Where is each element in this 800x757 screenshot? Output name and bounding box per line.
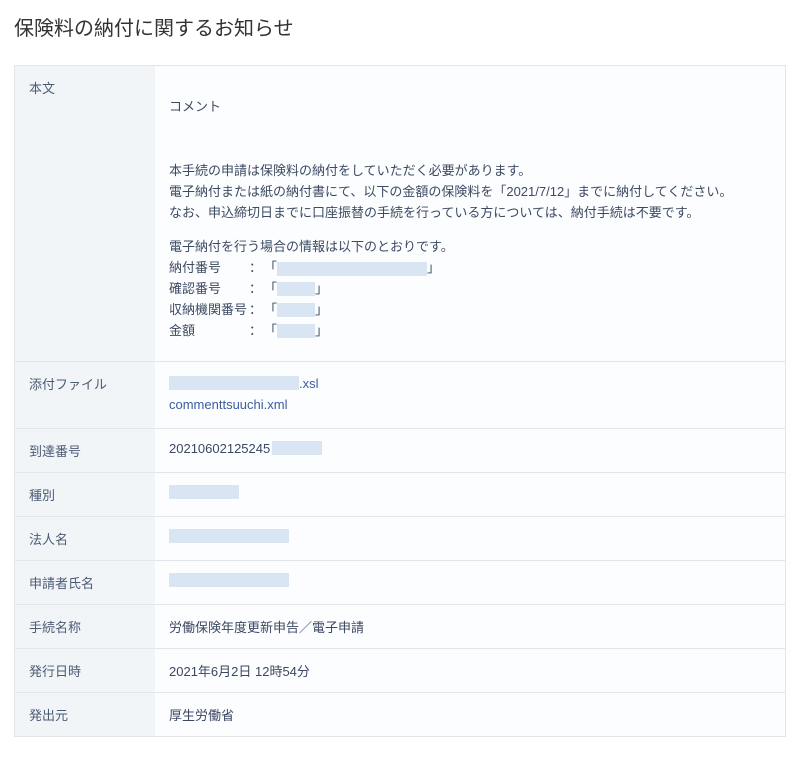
redacted-category [169, 485, 239, 499]
redacted-agency-number [277, 303, 315, 317]
row-applicant-name: 申請者氏名 [15, 561, 785, 605]
redacted-filename-1 [169, 376, 299, 390]
label-agency-number: 収納機関番号 [169, 300, 247, 321]
redacted-amount [277, 324, 315, 338]
value-applicant-name [155, 561, 785, 604]
row-category: 種別 [15, 473, 785, 517]
left-bracket: 「 [264, 279, 277, 300]
attachment-2[interactable]: commenttsuuchi.xml [169, 395, 771, 416]
label-category: 種別 [15, 473, 155, 516]
label-procedure-name: 手続名称 [15, 605, 155, 648]
right-bracket: 」 [315, 321, 328, 342]
row-procedure-name: 手続名称 労働保険年度更新申告／電子申請 [15, 605, 785, 649]
row-arrival-number: 到達番号 20210602125245 [15, 429, 785, 473]
attachment-1: .xsl [169, 374, 771, 395]
right-bracket: 」 [427, 258, 440, 279]
detail-panel: 本文 コメント 本手続の申請は保険料の納付をしていただく必要があります。 電子納… [14, 65, 786, 737]
label-payment-number: 納付番号 [169, 258, 247, 279]
attachment-1-ext[interactable]: .xsl [299, 374, 319, 395]
value-issue-datetime: 2021年6月2日 12時54分 [155, 649, 785, 692]
label-applicant-name: 申請者氏名 [15, 561, 155, 604]
comment-heading: コメント [169, 96, 771, 115]
label-issuer: 発出元 [15, 693, 155, 736]
right-bracket: 」 [315, 300, 328, 321]
redacted-applicant-name [169, 573, 289, 587]
label-attachments: 添付ファイル [15, 362, 155, 428]
body-paragraphs: 本手続の申請は保険料の納付をしていただく必要があります。 電子納付または紙の納付… [169, 161, 771, 223]
label-amount: 金額 [169, 321, 247, 342]
value-category [155, 473, 785, 516]
label-corporate-name: 法人名 [15, 517, 155, 560]
label-confirmation-number: 確認番号 [169, 279, 247, 300]
value-arrival-number: 20210602125245 [155, 429, 785, 472]
label-arrival-number: 到達番号 [15, 429, 155, 472]
redacted-confirmation-number [277, 282, 315, 296]
label-issue-datetime: 発行日時 [15, 649, 155, 692]
epayment-info: 電子納付を行う場合の情報は以下のとおりです。 納付番号 ： 「 」 確認番号 ：… [169, 237, 771, 341]
redacted-arrival-suffix [272, 441, 322, 455]
row-attachments: 添付ファイル .xsl commenttsuuchi.xml [15, 362, 785, 429]
line-confirmation-number: 確認番号 ： 「 」 [169, 279, 771, 300]
epayment-lead: 電子納付を行う場合の情報は以下のとおりです。 [169, 237, 771, 258]
row-corporate-name: 法人名 [15, 517, 785, 561]
value-issuer: 厚生労働省 [155, 693, 785, 736]
value-corporate-name [155, 517, 785, 560]
left-bracket: 「 [264, 300, 277, 321]
value-attachments: .xsl commenttsuuchi.xml [155, 362, 785, 428]
line-amount: 金額 ： 「 」 [169, 321, 771, 342]
colon: ： [249, 321, 262, 342]
arrival-number-prefix: 20210602125245 [169, 441, 270, 456]
value-body: コメント 本手続の申請は保険料の納付をしていただく必要があります。 電子納付また… [155, 66, 785, 361]
right-bracket: 」 [315, 279, 328, 300]
colon: ： [249, 258, 262, 279]
colon: ： [249, 300, 262, 321]
line-agency-number: 収納機関番号 ： 「 」 [169, 300, 771, 321]
row-issuer: 発出元 厚生労働省 [15, 693, 785, 736]
body-paragraph-2: 電子納付または紙の納付書にて、以下の金額の保険料を「2021/7/12」までに納… [169, 182, 771, 203]
redacted-corporate-name [169, 529, 289, 543]
page-title: 保険料の納付に関するお知らせ [14, 12, 786, 41]
row-issue-datetime: 発行日時 2021年6月2日 12時54分 [15, 649, 785, 693]
left-bracket: 「 [264, 321, 277, 342]
colon: ： [249, 279, 262, 300]
body-paragraph-1: 本手続の申請は保険料の納付をしていただく必要があります。 [169, 161, 771, 182]
row-body: 本文 コメント 本手続の申請は保険料の納付をしていただく必要があります。 電子納… [15, 66, 785, 362]
body-paragraph-3: なお、申込締切日までに口座振替の手続を行っている方については、納付手続は不要です… [169, 203, 771, 224]
value-procedure-name: 労働保険年度更新申告／電子申請 [155, 605, 785, 648]
redacted-payment-number [277, 262, 427, 276]
line-payment-number: 納付番号 ： 「 」 [169, 258, 771, 279]
left-bracket: 「 [264, 258, 277, 279]
label-body: 本文 [15, 66, 155, 361]
